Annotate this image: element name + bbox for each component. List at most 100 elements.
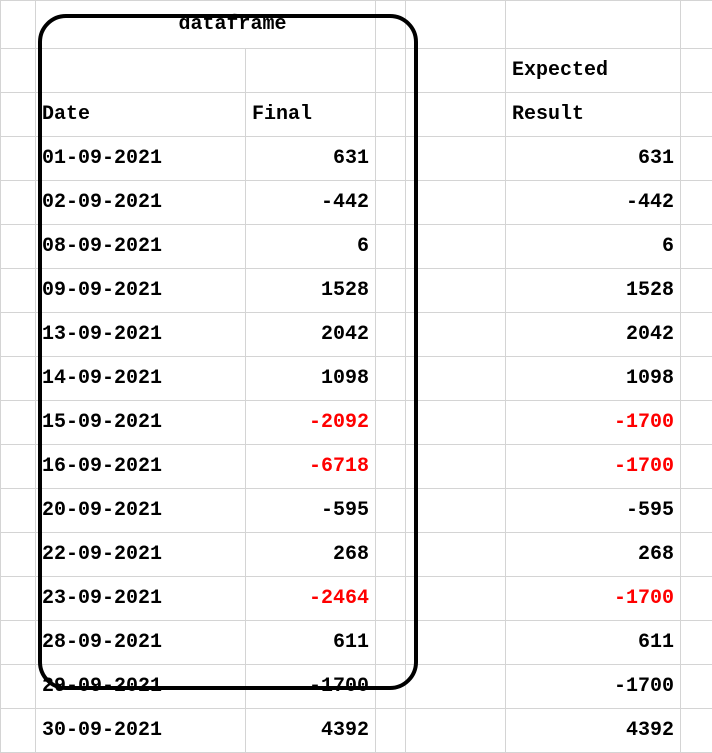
- final-cell[interactable]: 631: [246, 137, 376, 181]
- cell-blank[interactable]: [376, 489, 406, 533]
- cell-blank[interactable]: [1, 137, 36, 181]
- cell-blank[interactable]: [1, 269, 36, 313]
- cell-blank[interactable]: [681, 577, 712, 621]
- cell-blank[interactable]: [406, 489, 506, 533]
- cell-blank[interactable]: [681, 181, 712, 225]
- expected-header-2[interactable]: Result: [506, 93, 681, 137]
- cell-blank[interactable]: [1, 401, 36, 445]
- cell-blank[interactable]: [681, 49, 712, 93]
- cell-blank[interactable]: [681, 401, 712, 445]
- date-cell[interactable]: 01-09-2021: [36, 137, 246, 181]
- cell-blank[interactable]: [681, 225, 712, 269]
- cell-blank[interactable]: [681, 709, 712, 753]
- cell-blank[interactable]: [376, 137, 406, 181]
- cell-blank[interactable]: [1, 533, 36, 577]
- cell-blank[interactable]: [376, 577, 406, 621]
- cell-blank[interactable]: [681, 1, 712, 49]
- cell-blank[interactable]: [406, 533, 506, 577]
- result-cell[interactable]: -442: [506, 181, 681, 225]
- date-cell[interactable]: 13-09-2021: [36, 313, 246, 357]
- cell-blank[interactable]: [406, 1, 506, 49]
- final-cell[interactable]: -2092: [246, 401, 376, 445]
- cell-blank[interactable]: [376, 401, 406, 445]
- cell-blank[interactable]: [681, 313, 712, 357]
- date-cell[interactable]: 09-09-2021: [36, 269, 246, 313]
- result-cell[interactable]: -1700: [506, 401, 681, 445]
- cell-blank[interactable]: [406, 269, 506, 313]
- cell-blank[interactable]: [681, 621, 712, 665]
- date-cell[interactable]: 02-09-2021: [36, 181, 246, 225]
- cell-blank[interactable]: [36, 49, 246, 93]
- dataframe-title[interactable]: dataframe: [36, 1, 376, 49]
- cell-blank[interactable]: [1, 313, 36, 357]
- result-cell[interactable]: -595: [506, 489, 681, 533]
- cell-blank[interactable]: [681, 357, 712, 401]
- date-header[interactable]: Date: [36, 93, 246, 137]
- cell-blank[interactable]: [1, 577, 36, 621]
- date-cell[interactable]: 15-09-2021: [36, 401, 246, 445]
- cell-blank[interactable]: [376, 313, 406, 357]
- cell-blank[interactable]: [681, 93, 712, 137]
- cell-blank[interactable]: [1, 489, 36, 533]
- result-cell[interactable]: -1700: [506, 577, 681, 621]
- date-cell[interactable]: 28-09-2021: [36, 621, 246, 665]
- cell-blank[interactable]: [1, 225, 36, 269]
- cell-blank[interactable]: [681, 489, 712, 533]
- cell-blank[interactable]: [406, 93, 506, 137]
- final-cell[interactable]: 611: [246, 621, 376, 665]
- cell-blank[interactable]: [406, 709, 506, 753]
- result-cell[interactable]: 1528: [506, 269, 681, 313]
- cell-blank[interactable]: [506, 1, 681, 49]
- result-cell[interactable]: 6: [506, 225, 681, 269]
- result-cell[interactable]: 631: [506, 137, 681, 181]
- cell-blank[interactable]: [376, 181, 406, 225]
- cell-blank[interactable]: [406, 49, 506, 93]
- cell-blank[interactable]: [376, 709, 406, 753]
- cell-blank[interactable]: [406, 313, 506, 357]
- final-cell[interactable]: -595: [246, 489, 376, 533]
- date-cell[interactable]: 23-09-2021: [36, 577, 246, 621]
- cell-blank[interactable]: [376, 49, 406, 93]
- final-cell[interactable]: 4392: [246, 709, 376, 753]
- cell-blank[interactable]: [681, 137, 712, 181]
- cell-blank[interactable]: [681, 665, 712, 709]
- date-cell[interactable]: 08-09-2021: [36, 225, 246, 269]
- cell-blank[interactable]: [681, 533, 712, 577]
- cell-blank[interactable]: [406, 357, 506, 401]
- expected-header-1[interactable]: Expected: [506, 49, 681, 93]
- cell-blank[interactable]: [406, 181, 506, 225]
- cell-blank[interactable]: [376, 269, 406, 313]
- final-header[interactable]: Final: [246, 93, 376, 137]
- cell-blank[interactable]: [376, 93, 406, 137]
- result-cell[interactable]: -1700: [506, 665, 681, 709]
- result-cell[interactable]: 268: [506, 533, 681, 577]
- cell-blank[interactable]: [376, 665, 406, 709]
- date-cell[interactable]: 20-09-2021: [36, 489, 246, 533]
- result-cell[interactable]: 2042: [506, 313, 681, 357]
- final-cell[interactable]: -1700: [246, 665, 376, 709]
- cell-blank[interactable]: [681, 269, 712, 313]
- date-cell[interactable]: 16-09-2021: [36, 445, 246, 489]
- cell-blank[interactable]: [376, 621, 406, 665]
- final-cell[interactable]: -2464: [246, 577, 376, 621]
- date-cell[interactable]: 30-09-2021: [36, 709, 246, 753]
- date-cell[interactable]: 22-09-2021: [36, 533, 246, 577]
- cell-blank[interactable]: [406, 225, 506, 269]
- cell-blank[interactable]: [376, 357, 406, 401]
- cell-blank[interactable]: [376, 1, 406, 49]
- cell-blank[interactable]: [1, 621, 36, 665]
- cell-blank[interactable]: [406, 137, 506, 181]
- cell-blank[interactable]: [1, 665, 36, 709]
- cell-blank[interactable]: [406, 665, 506, 709]
- cell-blank[interactable]: [1, 49, 36, 93]
- cell-blank[interactable]: [406, 401, 506, 445]
- final-cell[interactable]: 1098: [246, 357, 376, 401]
- final-cell[interactable]: 6: [246, 225, 376, 269]
- cell-blank[interactable]: [1, 357, 36, 401]
- cell-blank[interactable]: [1, 93, 36, 137]
- cell-blank[interactable]: [1, 1, 36, 49]
- final-cell[interactable]: -6718: [246, 445, 376, 489]
- date-cell[interactable]: 29-09-2021: [36, 665, 246, 709]
- result-cell[interactable]: 4392: [506, 709, 681, 753]
- result-cell[interactable]: 611: [506, 621, 681, 665]
